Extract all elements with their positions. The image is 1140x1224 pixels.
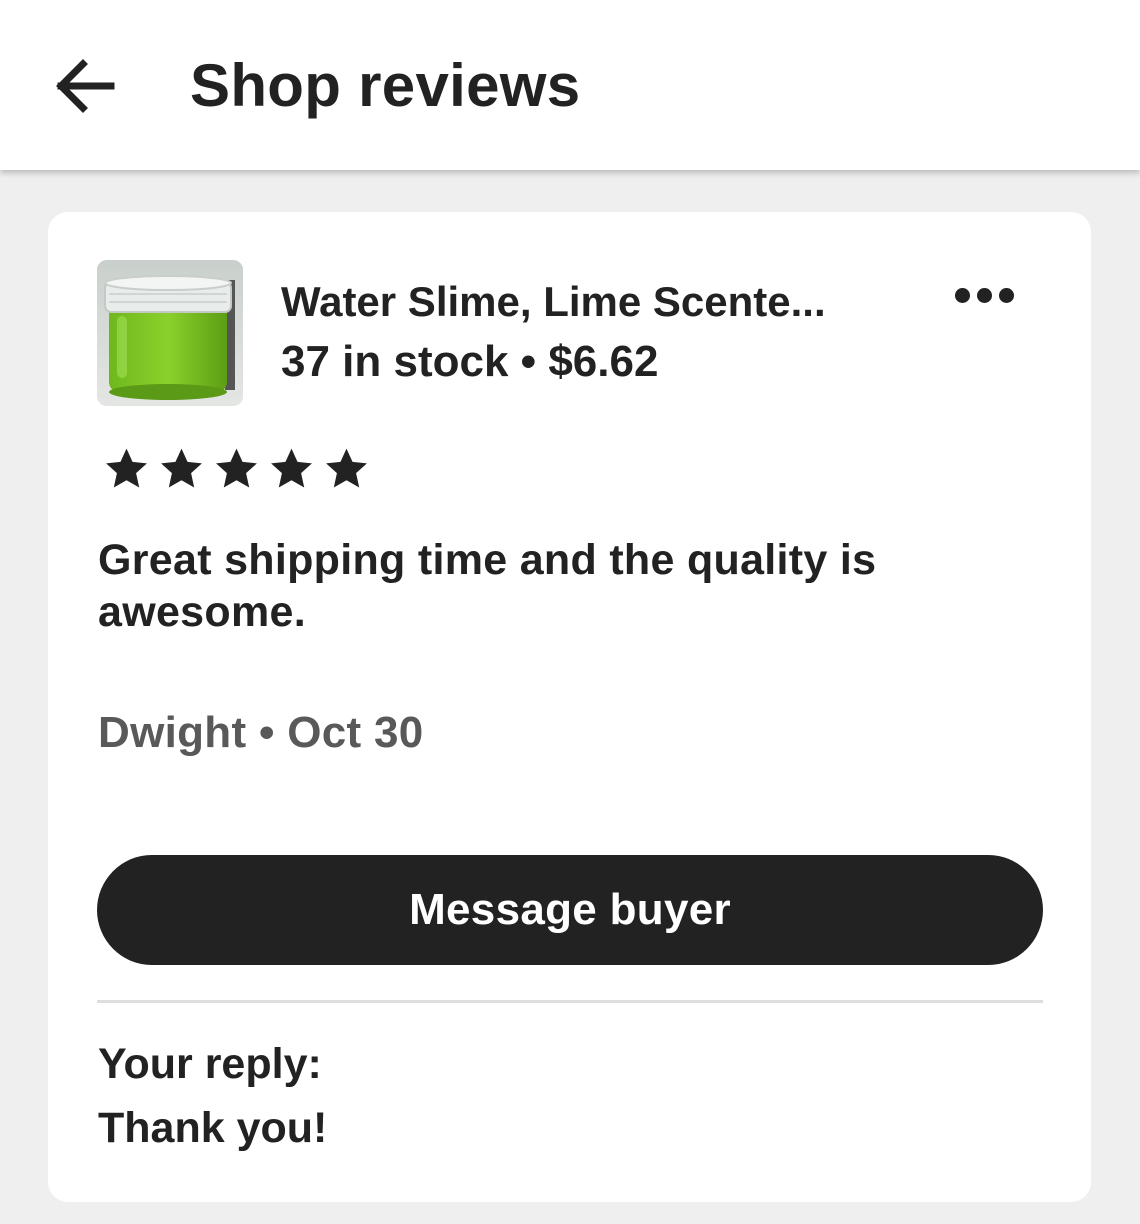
product-thumbnail[interactable] xyxy=(97,260,243,406)
star-icon xyxy=(271,448,312,488)
meta-separator: • xyxy=(520,337,537,386)
star-icon xyxy=(106,448,147,488)
item-title[interactable]: Water Slime, Lime Scente... xyxy=(281,277,826,327)
more-dot xyxy=(976,287,992,303)
page-title: Shop reviews xyxy=(190,52,581,119)
more-dot xyxy=(954,287,970,303)
star-icon xyxy=(161,448,202,488)
more-options-button[interactable] xyxy=(944,278,1024,312)
app-header: Shop reviews xyxy=(0,0,1140,170)
item-stock-price: 37 in stock • $6.62 xyxy=(281,336,658,388)
item-price: $6.62 xyxy=(548,337,659,386)
star-rating xyxy=(100,444,373,494)
review-card: Water Slime, Lime Scente... 37 in stock … xyxy=(48,212,1091,1202)
divider xyxy=(97,1000,1043,1003)
date-separator: • xyxy=(258,708,275,757)
arrow-left-icon xyxy=(56,59,115,113)
reviewer-line: Dwight • Oct 30 xyxy=(98,707,424,759)
reply-text: Thank you! xyxy=(98,1104,328,1152)
review-date: Oct 30 xyxy=(287,708,424,757)
slime-jar-image xyxy=(97,260,243,406)
item-stock: 37 in stock xyxy=(281,337,509,386)
back-button[interactable] xyxy=(48,50,120,122)
star-icon xyxy=(216,448,257,488)
message-buyer-button[interactable]: Message buyer xyxy=(97,855,1043,965)
star-icon xyxy=(326,448,367,488)
more-dot xyxy=(998,287,1014,303)
reply-label: Your reply: xyxy=(98,1040,322,1088)
review-text: Great shipping time and the quality is a… xyxy=(98,536,877,636)
reviewer-name: Dwight xyxy=(98,708,247,757)
